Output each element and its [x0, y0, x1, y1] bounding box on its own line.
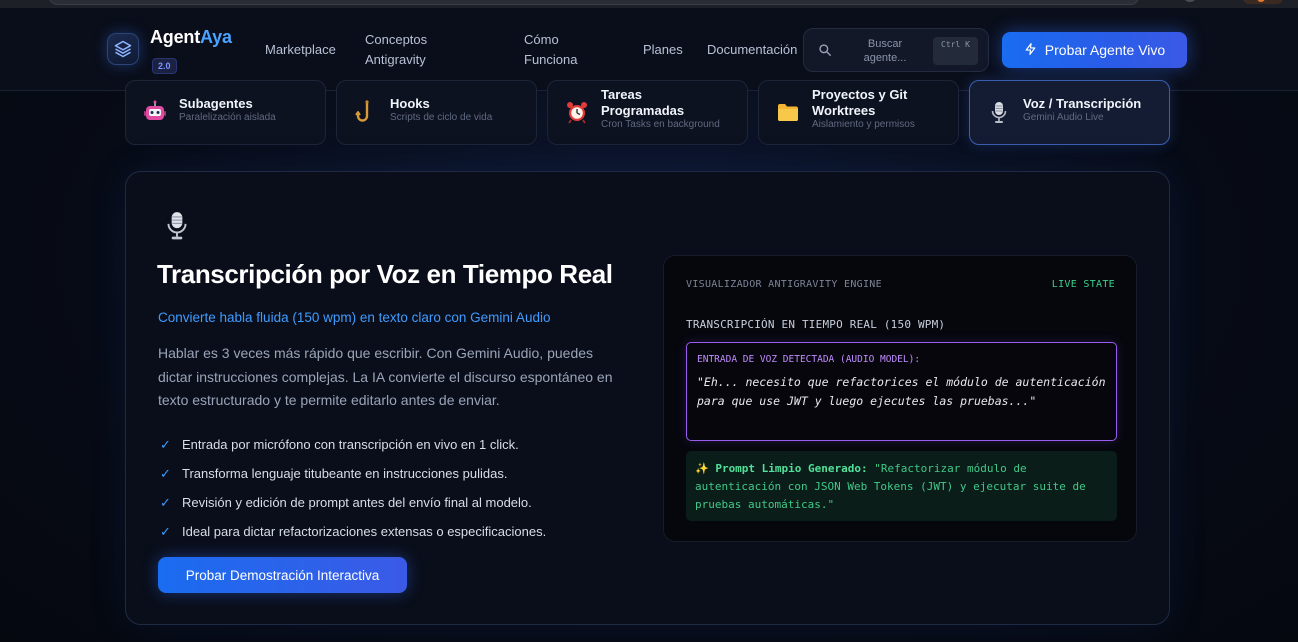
browser-address-bar[interactable]	[48, 0, 1140, 5]
tab-title: Proyectos y Git Worktrees	[812, 87, 908, 118]
tab-subtitle: Cron Tasks en background	[601, 119, 720, 130]
list-item: ✓ Ideal para dictar refactorizaciones ext…	[160, 523, 547, 540]
tab-title: Tareas Programadas	[601, 87, 685, 118]
nav-conceptos-antigravity[interactable]: Conceptos Antigravity	[365, 30, 475, 70]
nav-planes[interactable]: Planes	[643, 40, 683, 60]
feature-subtitle: Convierte habla fluida (150 wpm) en text…	[158, 310, 551, 325]
search-box[interactable]: Buscar agente... Ctrl K	[803, 28, 989, 72]
hook-icon	[353, 99, 379, 125]
voice-input-text: "Eh... necesito que refactorices el módu…	[697, 375, 1106, 408]
probar-demostracion-button[interactable]: Probar Demostración Interactiva	[158, 557, 407, 593]
visualizer-title: TRANSCRIPCIÓN EN TIEMPO REAL (150 WPM)	[686, 318, 946, 331]
clean-prompt-box: ✨ Prompt Limpio Generado: "Refactorizar …	[686, 451, 1117, 521]
tab-title: Hooks	[390, 96, 430, 111]
browser-extension-icon[interactable]	[1243, 0, 1283, 4]
list-item: ✓ Transforma lenguaje titubeante en instr…	[160, 465, 508, 482]
alarm-clock-icon	[564, 99, 590, 125]
search-icon	[818, 43, 832, 62]
check-icon: ✓	[160, 436, 171, 452]
probar-agente-vivo-button[interactable]: Probar Agente Vivo	[1002, 32, 1187, 68]
list-item: ✓ Entrada por micrófono con transcripción…	[160, 436, 519, 453]
microphone-icon	[163, 210, 191, 247]
check-icon: ✓	[160, 465, 171, 481]
search-shortcut-badge: Ctrl K	[933, 37, 978, 65]
voice-input-box: ENTRADA DE VOZ DETECTADA (AUDIO MODEL): …	[686, 342, 1117, 441]
feature-description: Hablar es 3 veces más rápido que escribi…	[158, 345, 613, 408]
list-item: ✓ Revisión y edición de prompt antes del …	[160, 494, 532, 511]
tab-subtitle: Scripts de ciclo de vida	[390, 112, 493, 123]
folder-icon	[775, 99, 801, 125]
tab-hooks[interactable]: Hooks Scripts de ciclo de vida	[336, 80, 537, 145]
tab-voz-transcripcion[interactable]: Voz / Transcripción Gemini Audio Live	[969, 80, 1170, 145]
tab-title: Subagentes	[179, 96, 253, 111]
lightning-icon	[1024, 42, 1037, 59]
probar-agente-vivo-label: Probar Agente Vivo	[1044, 42, 1166, 58]
feature-title: Transcripción por Voz en Tiempo Real	[157, 259, 613, 289]
clean-prompt-label: ✨ Prompt Limpio Generado:	[695, 462, 868, 475]
browser-profile-icon[interactable]	[1183, 0, 1197, 2]
tab-subtitle: Aislamiento y permisos	[812, 119, 915, 130]
voice-input-label: ENTRADA DE VOZ DETECTADA (AUDIO MODEL):	[697, 354, 921, 365]
browser-chrome	[0, 0, 1298, 8]
feature-list: ✓ Entrada por micrófono con transcripción…	[160, 430, 546, 546]
tab-proyectos-git-worktrees[interactable]: Proyectos y Git Worktrees Aislamiento y …	[758, 80, 959, 145]
tab-subagentes[interactable]: Subagentes Paralelización aislada	[125, 80, 326, 145]
tab-tareas-programadas[interactable]: Tareas Programadas Cron Tasks en backgro…	[547, 80, 748, 145]
tab-subtitle: Gemini Audio Live	[1023, 112, 1104, 123]
live-state-badge: LIVE STATE	[1051, 279, 1115, 290]
version-badge: 2.0	[152, 58, 177, 74]
robot-icon	[142, 99, 168, 125]
logo-layers-icon[interactable]	[107, 33, 139, 65]
site-header: AgentAya 2.0 Marketplace Conceptos Antig…	[0, 8, 1298, 91]
check-icon: ✓	[160, 523, 171, 539]
brand-name[interactable]: AgentAya	[150, 27, 232, 48]
microphone-icon	[986, 99, 1012, 125]
nav-documentacion[interactable]: Documentación	[707, 40, 797, 60]
check-icon: ✓	[160, 494, 171, 510]
tab-subtitle: Paralelización aislada	[179, 112, 276, 123]
visualizer-header: VISUALIZADOR ANTIGRAVITY ENGINE	[686, 279, 882, 290]
search-placeholder[interactable]: Buscar agente...	[850, 37, 920, 65]
nav-marketplace[interactable]: Marketplace	[265, 40, 336, 60]
nav-como-funciona[interactable]: Cómo Funciona	[524, 30, 584, 70]
engine-visualizer-panel: VISUALIZADOR ANTIGRAVITY ENGINE LIVE STA…	[663, 255, 1137, 542]
tab-title: Voz / Transcripción	[1023, 96, 1142, 111]
